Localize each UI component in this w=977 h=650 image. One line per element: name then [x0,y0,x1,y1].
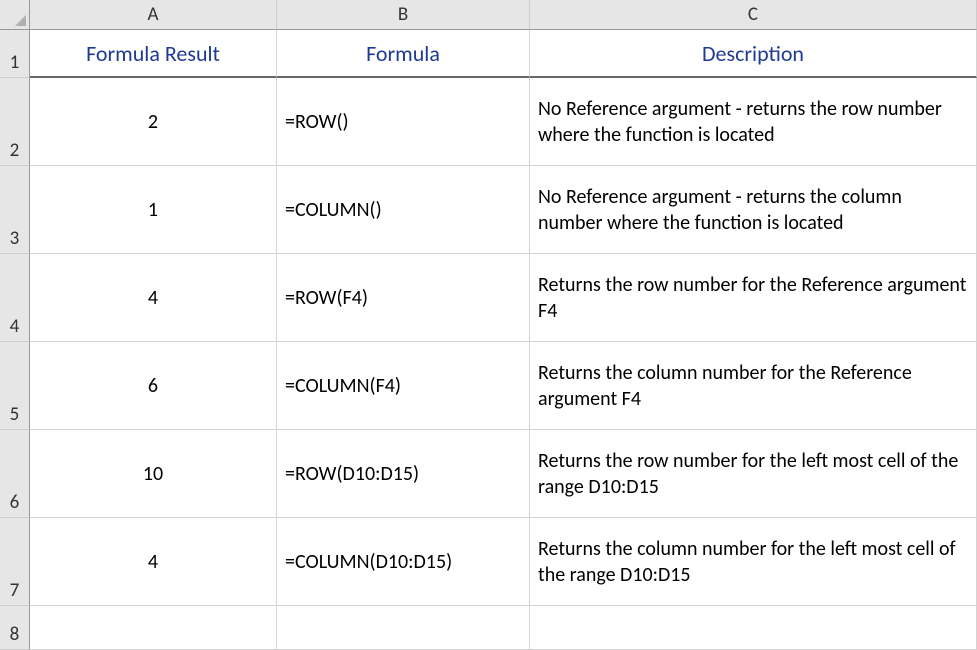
spreadsheet-grid[interactable]: A B C 1 Formula Result Formula Descripti… [0,0,977,650]
cell-C7[interactable]: Returns the column number for the left m… [530,518,977,606]
row-header-6[interactable]: 6 [0,430,30,518]
cell-C4[interactable]: Returns the row number for the Reference… [530,254,977,342]
row-header-4[interactable]: 4 [0,254,30,342]
cell-text: Returns the row number for the left most… [538,448,968,500]
select-all-corner[interactable] [0,0,30,30]
cell-B5[interactable]: =COLUMN(F4) [277,342,530,430]
cell-C8[interactable] [530,606,977,650]
cell-C2[interactable]: No Reference argument - returns the row … [530,78,977,166]
cell-text: Returns the row number for the Reference… [538,272,968,324]
row-header-8[interactable]: 8 [0,606,30,650]
column-header-A[interactable]: A [30,0,277,30]
cell-C5[interactable]: Returns the column number for the Refere… [530,342,977,430]
column-header-B[interactable]: B [277,0,530,30]
cell-text: Returns the column number for the left m… [538,536,968,588]
cell-B8[interactable] [277,606,530,650]
cell-text: Returns the column number for the Refere… [538,360,968,412]
row-header-7[interactable]: 7 [0,518,30,606]
cell-A5[interactable]: 6 [30,342,277,430]
cell-C3[interactable]: No Reference argument - returns the colu… [530,166,977,254]
row-header-5[interactable]: 5 [0,342,30,430]
cell-B2[interactable]: =ROW() [277,78,530,166]
cell-text: No Reference argument - returns the colu… [538,184,968,236]
cell-A6[interactable]: 10 [30,430,277,518]
cell-C6[interactable]: Returns the row number for the left most… [530,430,977,518]
cell-B6[interactable]: =ROW(D10:D15) [277,430,530,518]
cell-A7[interactable]: 4 [30,518,277,606]
cell-B4[interactable]: =ROW(F4) [277,254,530,342]
cell-A1[interactable]: Formula Result [30,30,277,78]
cell-B1[interactable]: Formula [277,30,530,78]
cell-A4[interactable]: 4 [30,254,277,342]
cell-A3[interactable]: 1 [30,166,277,254]
cell-C1[interactable]: Description [530,30,977,78]
cell-text: No Reference argument - returns the row … [538,96,968,148]
row-header-3[interactable]: 3 [0,166,30,254]
row-header-2[interactable]: 2 [0,78,30,166]
column-header-C[interactable]: C [530,0,977,30]
cell-B7[interactable]: =COLUMN(D10:D15) [277,518,530,606]
cell-A2[interactable]: 2 [30,78,277,166]
cell-A8[interactable] [30,606,277,650]
cell-B3[interactable]: =COLUMN() [277,166,530,254]
row-header-1[interactable]: 1 [0,30,30,78]
